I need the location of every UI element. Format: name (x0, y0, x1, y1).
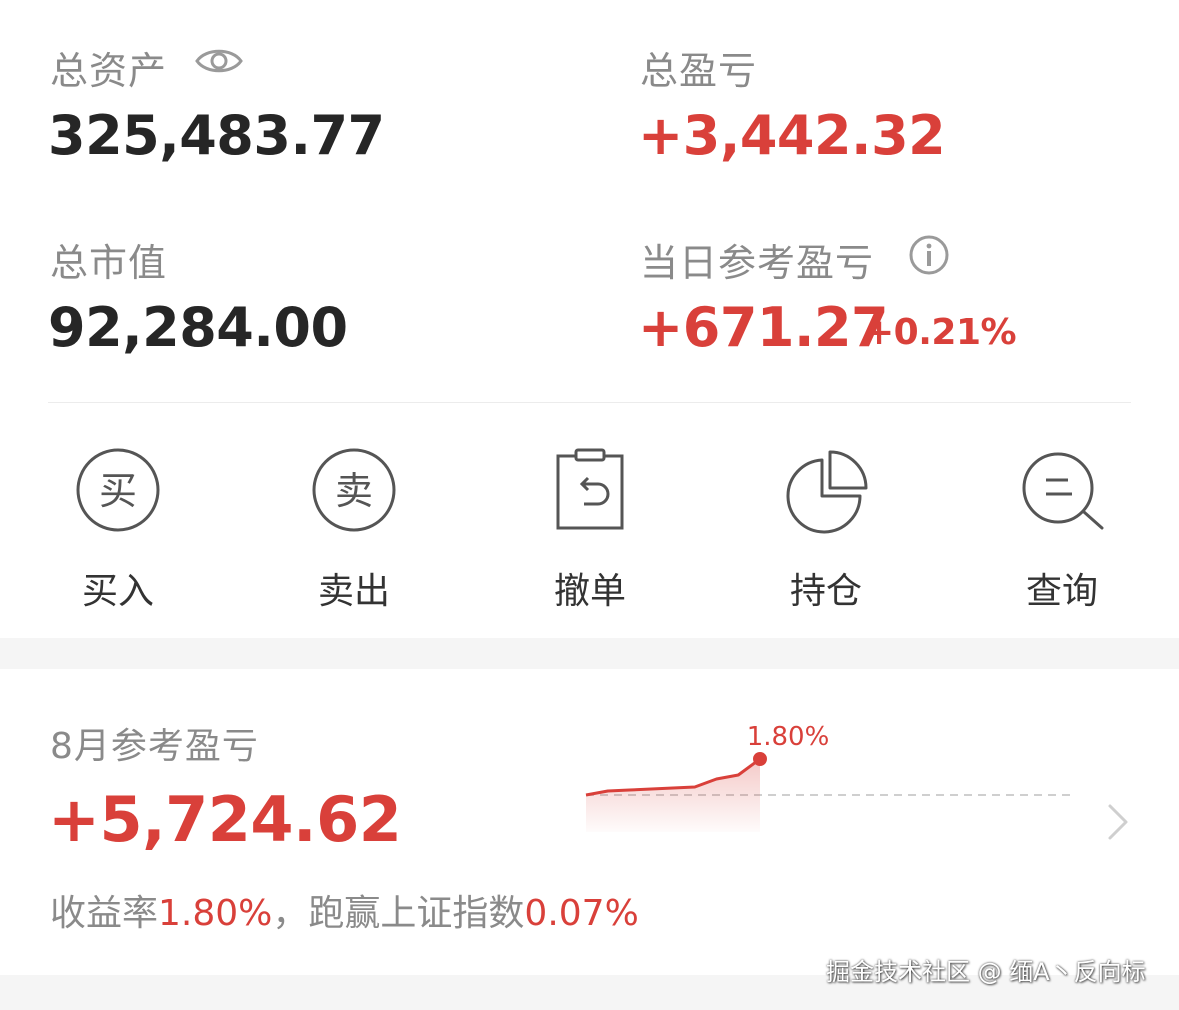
info-icon[interactable] (908, 234, 950, 276)
daily-pnl-value: +671.27 (638, 296, 889, 359)
watermark: 掘金技术社区 @ 缅A丶反向标 (826, 958, 1146, 986)
monthly-return-line: 收益率1.80%，跑赢上证指数0.07% (50, 884, 639, 936)
search-icon (1022, 452, 1104, 530)
pie-chart-icon (786, 450, 868, 534)
trend-area (586, 759, 760, 832)
buy-label: 买入 (81, 571, 154, 612)
buy-button[interactable]: 买 买入 (28, 446, 208, 614)
total-pnl-label: 总盈亏 (640, 49, 758, 93)
buy-icon: 买 (76, 448, 160, 532)
positions-label: 持仓 (789, 571, 862, 612)
total-assets-label: 总资产 (50, 49, 168, 93)
asset-summary-card: 总资产 325,483.77 总盈亏 +3,442.32 总市值 92,284.… (0, 0, 1179, 638)
return-value: 1.80% (158, 893, 273, 934)
positions-button[interactable]: 持仓 (736, 446, 916, 614)
return-label: 收益率 (50, 893, 159, 934)
monthly-pnl-value: +5,724.62 (48, 783, 402, 856)
daily-pnl-percent: +0.21% (864, 312, 1017, 353)
market-value-value: 92,284.00 (48, 296, 348, 359)
separator: ， (272, 893, 309, 934)
cancel-order-icon (556, 448, 624, 530)
daily-pnl-label: 当日参考盈亏 (640, 241, 875, 285)
divider (48, 402, 1131, 403)
cancel-order-button[interactable]: 撤单 (500, 446, 680, 614)
beat-index-label: 跑赢上证指数 (308, 893, 525, 934)
trend-end-point (753, 752, 767, 766)
buy-icon-glyph: 买 (99, 469, 137, 513)
total-assets-value: 325,483.77 (48, 104, 385, 167)
sell-label: 卖出 (317, 571, 390, 612)
market-value-label: 总市值 (50, 241, 168, 285)
query-label: 查询 (1025, 571, 1098, 612)
beat-index-value: 0.07% (524, 893, 639, 934)
monthly-pnl-label: 8月参考盈亏 (50, 726, 259, 767)
query-button[interactable]: 查询 (972, 446, 1152, 614)
trend-end-label: 1.80% (747, 722, 830, 752)
cancel-order-label: 撤单 (553, 571, 626, 612)
chevron-right-icon[interactable] (1098, 800, 1138, 844)
sell-button[interactable]: 卖 卖出 (264, 446, 444, 614)
monthly-trend-chart: 1.80% (585, 722, 1076, 832)
sell-icon-glyph: 卖 (335, 469, 373, 513)
sell-icon: 卖 (312, 448, 396, 532)
total-pnl-value: +3,442.32 (638, 104, 946, 167)
eye-icon[interactable] (194, 44, 244, 78)
